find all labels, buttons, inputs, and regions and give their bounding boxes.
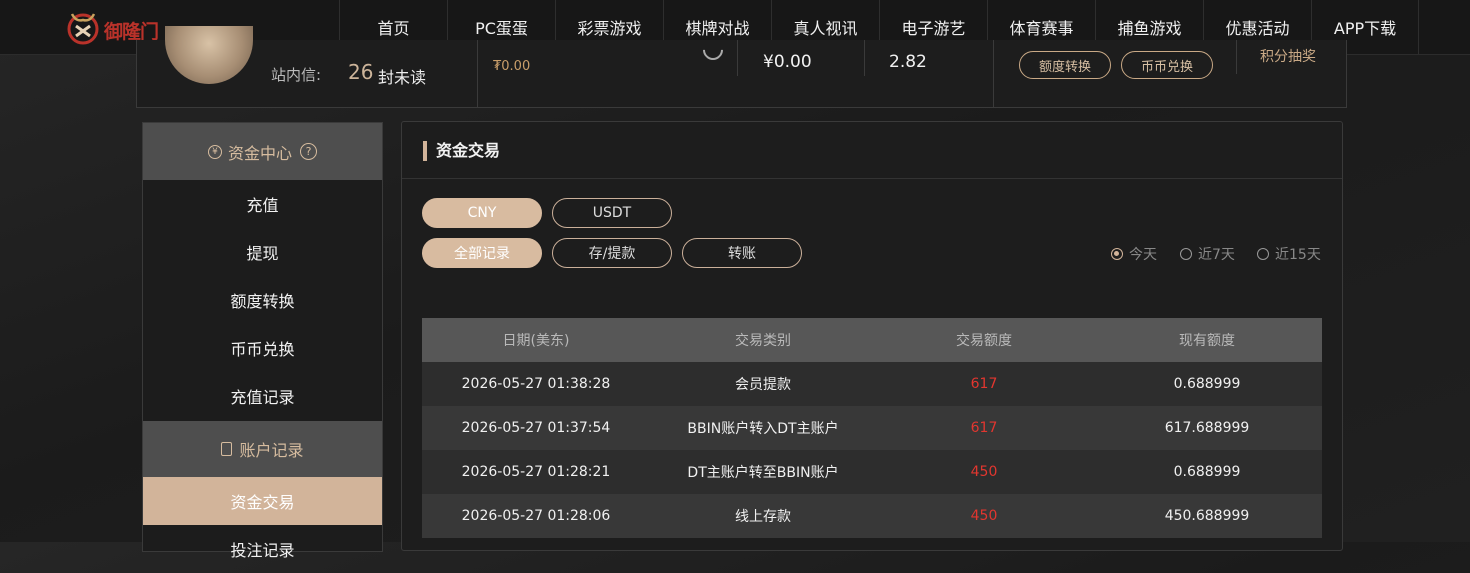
avatar[interactable] xyxy=(165,26,253,84)
sidebar-item-exchange[interactable]: 币币兑换 xyxy=(143,324,382,372)
table-row: 2026-05-27 01:28:21 DT主账户转至BBIN账户 450 0.… xyxy=(422,450,1322,494)
divider xyxy=(402,178,1342,179)
range-7-days[interactable]: 近7天 xyxy=(1180,244,1235,264)
cny-balance: ¥0.00 xyxy=(763,52,812,72)
cell-type: 会员提款 xyxy=(650,362,876,406)
message-label: 站内信: xyxy=(271,66,322,84)
table-row: 2026-05-27 01:37:54 BBIN账户转入DT主账户 617 61… xyxy=(422,406,1322,450)
col-balance: 现有额度 xyxy=(1092,318,1322,362)
cell-type: 线上存款 xyxy=(650,494,876,538)
sidebar-item-deposit[interactable]: 充值 xyxy=(143,180,382,228)
cell-amount: 617 xyxy=(876,362,1092,406)
tab-deposit-withdraw[interactable]: 存/提款 xyxy=(552,238,672,268)
range-label: 今天 xyxy=(1129,247,1157,263)
fund-transactions-panel: 资金交易 CNY USDT 全部记录 存/提款 转账 今天 近7天 近15天 日… xyxy=(401,121,1343,551)
transactions-table: 日期(美东) 交易类别 交易额度 现有额度 2026-05-27 01:38:2… xyxy=(422,318,1322,538)
profile-summary: 站内信: 26 封未读 ₮0.00 ¥0.00 2.82 额度转换 币币兑换 积… xyxy=(136,26,1347,108)
document-icon xyxy=(221,442,233,456)
divider xyxy=(993,40,994,108)
message-unread-label: 封未读 xyxy=(378,68,427,87)
range-label: 近15天 xyxy=(1275,247,1321,263)
message-count[interactable]: 26 xyxy=(348,60,373,84)
radio-selected-icon xyxy=(1111,248,1123,260)
cell-amount: 450 xyxy=(876,494,1092,538)
sidebar-item-bet-records[interactable]: 投注记录 xyxy=(143,525,382,573)
col-type: 交易类别 xyxy=(650,318,876,362)
divider xyxy=(1236,40,1237,74)
cell-balance: 450.688999 xyxy=(1092,494,1322,538)
col-amount: 交易额度 xyxy=(876,318,1092,362)
sidebar: ¥ 资金中心 ? 充值 提现 额度转换 币币兑换 充值记录 账户记录 资金交易 … xyxy=(142,122,383,560)
cell-date: 2026-05-27 01:37:54 xyxy=(422,406,650,450)
refresh-icon[interactable] xyxy=(698,35,728,65)
sidebar-section-funds: ¥ 资金中心 ? xyxy=(143,123,382,180)
tab-cny[interactable]: CNY xyxy=(422,198,542,228)
yuan-coin-icon: ¥ xyxy=(207,144,222,159)
sidebar-item-withdraw[interactable]: 提现 xyxy=(143,228,382,276)
sidebar-section-title: 资金中心 xyxy=(227,143,292,163)
table-row: 2026-05-27 01:38:28 会员提款 617 0.688999 xyxy=(422,362,1322,406)
tab-usdt[interactable]: USDT xyxy=(552,198,672,228)
sidebar-item-fund-transactions[interactable]: 资金交易 xyxy=(143,477,382,525)
cell-date: 2026-05-27 01:38:28 xyxy=(422,362,650,406)
cell-balance: 0.688999 xyxy=(1092,450,1322,494)
col-date: 日期(美东) xyxy=(422,318,650,362)
divider xyxy=(737,40,738,76)
transfer-button[interactable]: 额度转换 xyxy=(1019,51,1111,79)
cell-balance: 617.688999 xyxy=(1092,406,1322,450)
page-title: 资金交易 xyxy=(423,141,500,161)
range-15-days[interactable]: 近15天 xyxy=(1257,244,1321,264)
range-label: 近7天 xyxy=(1198,247,1235,263)
table-header-row: 日期(美东) 交易类别 交易额度 现有额度 xyxy=(422,318,1322,362)
tab-transfer[interactable]: 转账 xyxy=(682,238,802,268)
radio-icon xyxy=(1257,248,1269,260)
divider xyxy=(864,40,865,76)
exchange-button[interactable]: 币币兑换 xyxy=(1121,51,1213,79)
cell-amount: 450 xyxy=(876,450,1092,494)
help-icon[interactable]: ? xyxy=(300,143,317,160)
cell-date: 2026-05-27 01:28:06 xyxy=(422,494,650,538)
range-today[interactable]: 今天 xyxy=(1111,244,1157,264)
dragon-logo-icon xyxy=(67,13,99,45)
cell-date: 2026-05-27 01:28:21 xyxy=(422,450,650,494)
tab-all-records[interactable]: 全部记录 xyxy=(422,238,542,268)
sidebar-item-transfer[interactable]: 额度转换 xyxy=(143,276,382,324)
table-row: 2026-05-27 01:28:06 线上存款 450 450.688999 xyxy=(422,494,1322,538)
radio-icon xyxy=(1180,248,1192,260)
cell-balance: 0.688999 xyxy=(1092,362,1322,406)
usdt-balance: 2.82 xyxy=(889,52,927,72)
sidebar-item-deposit-records[interactable]: 充值记录 xyxy=(143,372,382,420)
cell-amount: 617 xyxy=(876,406,1092,450)
cell-type: BBIN账户转入DT主账户 xyxy=(650,406,876,450)
sidebar-section-records: 账户记录 xyxy=(143,421,382,477)
sidebar-section-title: 账户记录 xyxy=(239,441,304,460)
points-lottery-link[interactable]: 积分抽奖 xyxy=(1260,46,1316,66)
divider xyxy=(477,40,478,108)
secondary-balance: ₮0.00 xyxy=(493,59,531,74)
cell-type: DT主账户转至BBIN账户 xyxy=(650,450,876,494)
